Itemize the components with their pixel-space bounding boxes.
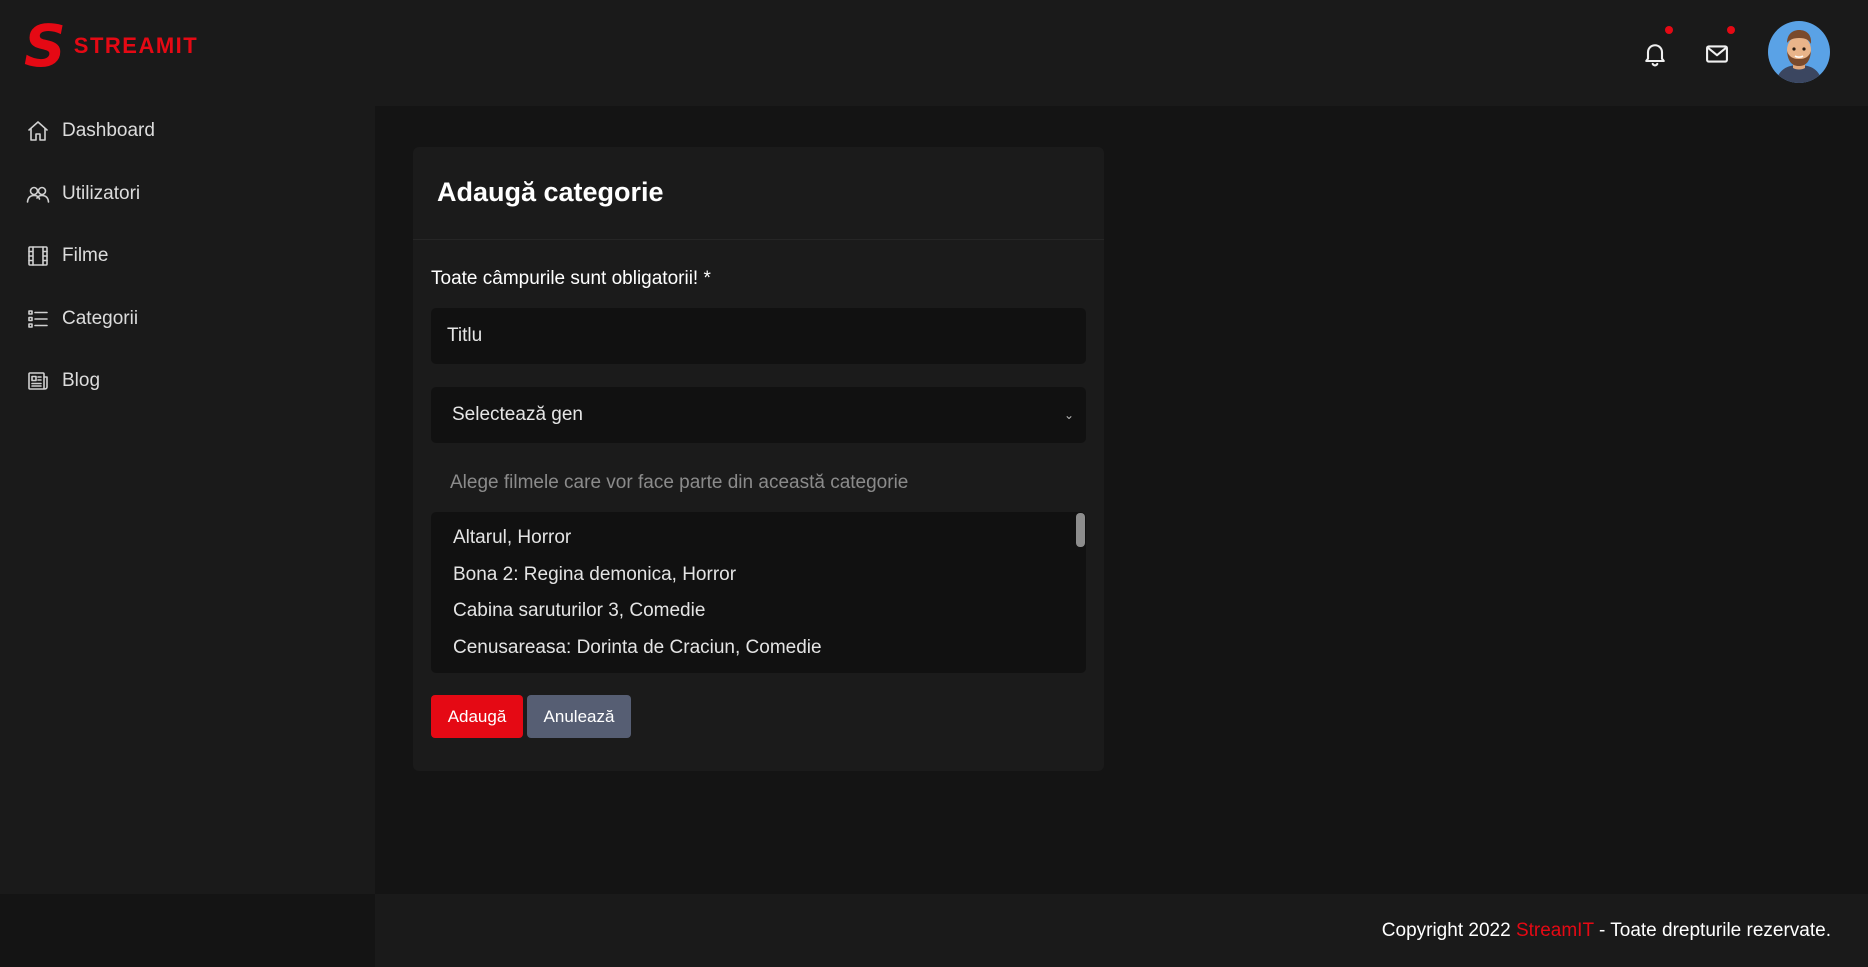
list-item[interactable]: Altarul, Horror — [453, 525, 1086, 562]
notification-dot — [1665, 26, 1673, 34]
list-item[interactable]: Bona 2: Regina demonica, Horror — [453, 562, 1086, 599]
sidebar-item-categorii[interactable]: Categorii — [0, 288, 375, 351]
copyright: Copyright 2022 StreamIT - Toate drepturi… — [1382, 920, 1831, 942]
sidebar-item-utilizatori[interactable]: Utilizatori — [0, 163, 375, 226]
footer: Copyright 2022 StreamIT - Toate drepturi… — [375, 894, 1868, 967]
sidebar-nav: Dashboard Utilizatori Filme Categorii Bl… — [0, 100, 375, 413]
home-icon — [28, 121, 48, 142]
sidebar-footer — [0, 894, 375, 967]
add-button[interactable]: Adaugă — [431, 695, 523, 738]
mail-icon — [1706, 45, 1728, 63]
logo-mark: S — [24, 12, 66, 80]
users-icon — [26, 186, 50, 203]
cancel-button[interactable]: Anulează — [527, 695, 631, 738]
copyright-prefix: Copyright 2022 — [1381, 920, 1516, 941]
form-body: Toate câmpurile sunt obligatorii! * Titl… — [413, 268, 1104, 738]
page-title: Adaugă categorie — [413, 147, 1104, 240]
sidebar-item-filme[interactable]: Filme — [0, 225, 375, 288]
sidebar-item-blog[interactable]: Blog — [0, 350, 375, 413]
top-header — [375, 0, 1868, 106]
list-item[interactable]: Cabina saruturilor 3, Comedie — [453, 598, 1086, 635]
sidebar: S STREAMIT Dashboard Utilizatori Filme C… — [0, 0, 375, 894]
form-actions: Adaugă Anulează — [431, 695, 1086, 738]
avatar[interactable] — [1768, 21, 1830, 83]
movies-label: Alege filmele care vor face parte din ac… — [450, 472, 909, 493]
sidebar-item-label: Utilizatori — [62, 182, 141, 204]
notifications-button[interactable] — [1641, 26, 1673, 68]
title-input[interactable]: Titlu — [431, 308, 1086, 364]
scrollbar-thumb[interactable] — [1076, 513, 1085, 547]
title-input-value: Titlu — [447, 325, 483, 346]
genre-select-value: Selectează gen — [452, 404, 583, 425]
logo-text: STREAMIT — [73, 33, 199, 58]
required-note: Toate câmpurile sunt obligatorii! * — [431, 268, 711, 289]
sidebar-item-dashboard[interactable]: Dashboard — [0, 100, 375, 163]
logo[interactable]: S STREAMIT — [24, 12, 199, 80]
copyright-suffix: - Toate drepturile rezervate. — [1593, 920, 1831, 941]
movies-multiselect[interactable]: Altarul, Horror Bona 2: Regina demonica,… — [431, 512, 1086, 673]
list-icon — [28, 309, 48, 328]
sidebar-item-label: Dashboard — [62, 120, 155, 142]
sidebar-item-label: Blog — [62, 370, 101, 392]
scrollbar[interactable] — [1076, 512, 1086, 673]
add-category-card: Adaugă categorie Toate câmpurile sunt ob… — [413, 147, 1104, 771]
film-icon — [28, 246, 48, 267]
sidebar-item-label: Categorii — [62, 307, 139, 329]
newspaper-icon — [28, 372, 48, 391]
message-dot — [1727, 26, 1735, 34]
chevron-down-icon: ⌄ — [1063, 408, 1074, 422]
list-item[interactable]: Cenusareasa: Dorinta de Craciun, Comedie — [453, 635, 1086, 672]
messages-button[interactable] — [1703, 26, 1735, 68]
genre-select[interactable]: Selectează gen ⌄ — [431, 387, 1086, 443]
sidebar-item-label: Filme — [62, 245, 109, 267]
user-avatar-icon — [1776, 30, 1822, 83]
bell-icon — [1645, 44, 1665, 67]
footer-brand-link[interactable]: StreamIT — [1516, 920, 1594, 941]
